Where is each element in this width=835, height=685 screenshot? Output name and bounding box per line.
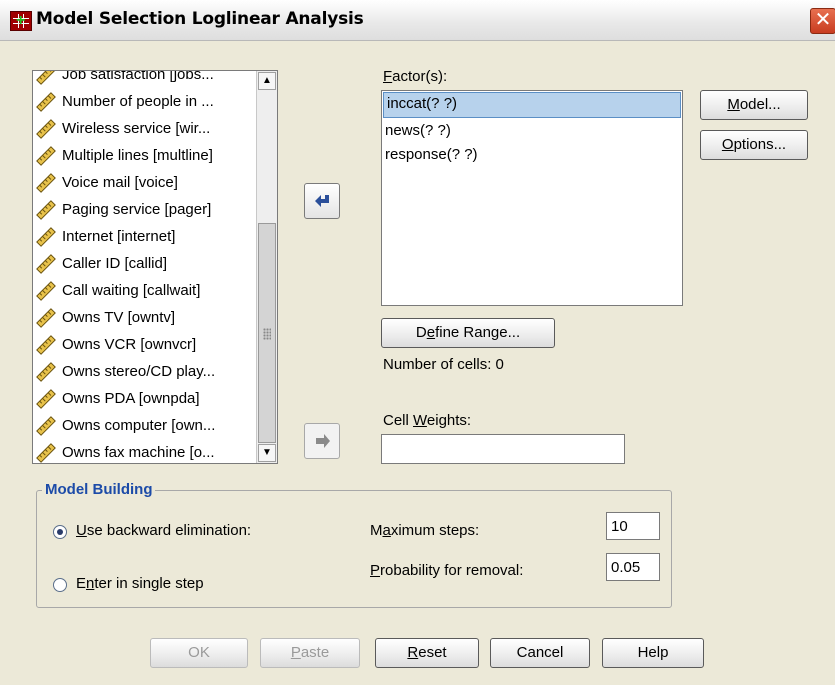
- variable-item[interactable]: Paging service [pager]: [33, 196, 255, 223]
- variable-item[interactable]: Owns VCR [ownvcr]: [33, 331, 255, 358]
- variable-item-label: Internet [internet]: [62, 228, 176, 245]
- variable-item[interactable]: Owns TV [owntv]: [33, 304, 255, 331]
- maximum-steps-field[interactable]: [606, 512, 660, 540]
- variable-item[interactable]: Owns PDA [ownpda]: [33, 385, 255, 412]
- variable-item[interactable]: Job satisfaction [jobs...: [33, 70, 255, 88]
- single-step-label[interactable]: Enter in single step: [76, 575, 204, 592]
- number-of-cells: Number of cells: 0: [383, 356, 504, 373]
- ruler-icon: [36, 227, 56, 247]
- ruler-icon: [36, 71, 56, 85]
- variable-list[interactable]: Job satisfaction [jobs... Number of peopl…: [32, 70, 278, 464]
- options-button[interactable]: Options...: [700, 130, 808, 160]
- variable-list-scrollbar[interactable]: ▲ ▼: [256, 71, 277, 463]
- variable-item[interactable]: Owns stereo/CD play...: [33, 358, 255, 385]
- probability-removal-field[interactable]: [606, 553, 660, 581]
- variable-item-label: Call waiting [callwait]: [62, 282, 201, 299]
- variable-item[interactable]: Call waiting [callwait]: [33, 277, 255, 304]
- ruler-icon: [36, 146, 56, 166]
- scroll-down-arrow[interactable]: ▼: [258, 444, 276, 462]
- model-building-title: Model Building: [42, 481, 156, 498]
- ruler-icon: [36, 308, 56, 328]
- variable-item-label: Number of people in ...: [62, 93, 214, 110]
- variable-item-label: Owns PDA [ownpda]: [62, 390, 200, 407]
- variable-item-label: Owns stereo/CD play...: [62, 363, 216, 380]
- arrow-right-icon: [316, 434, 330, 448]
- variable-item-label: Paging service [pager]: [62, 201, 212, 218]
- maximum-steps-label: Maximum steps:: [370, 522, 480, 539]
- factors-list[interactable]: inccat(? ?) news(? ?) response(? ?): [381, 90, 683, 306]
- variable-item-label: Owns VCR [ownvcr]: [62, 336, 197, 353]
- variable-item[interactable]: Owns fax machine [o...: [33, 439, 255, 463]
- title-bar: + Model Selection Loglinear Analysis ✕: [0, 0, 835, 41]
- variable-item[interactable]: Internet [internet]: [33, 223, 255, 250]
- ruler-icon: [36, 443, 56, 463]
- variable-item-label: Multiple lines [multline]: [62, 147, 213, 164]
- variable-item-label: Owns TV [owntv]: [62, 309, 176, 326]
- variable-item[interactable]: Voice mail [voice]: [33, 169, 255, 196]
- ruler-icon: [36, 119, 56, 139]
- arrow-left-icon: [315, 195, 329, 207]
- variable-item[interactable]: Multiple lines [multline]: [33, 142, 255, 169]
- backward-elimination-radio[interactable]: [53, 525, 67, 539]
- variable-list-items: Job satisfaction [jobs... Number of peopl…: [33, 70, 255, 463]
- variable-item-label: Owns computer [own...: [62, 417, 216, 434]
- cell-weights-label: Cell Weights:: [383, 412, 472, 429]
- ruler-icon: [36, 254, 56, 274]
- cell-weights-field[interactable]: [381, 434, 625, 464]
- variable-item[interactable]: Caller ID [callid]: [33, 250, 255, 277]
- factor-item[interactable]: news(? ?): [382, 119, 682, 143]
- ruler-icon: [36, 335, 56, 355]
- variable-item-label: Caller ID [callid]: [62, 255, 168, 272]
- ruler-icon: [36, 416, 56, 436]
- variable-item-label: Voice mail [voice]: [62, 174, 178, 191]
- backward-elimination-label[interactable]: Use backward elimination:: [76, 522, 251, 539]
- window-title: Model Selection Loglinear Analysis: [36, 9, 364, 29]
- ok-button[interactable]: OK: [150, 638, 248, 668]
- factor-item[interactable]: response(? ?): [382, 143, 682, 167]
- scroll-up-arrow[interactable]: ▲: [258, 72, 276, 90]
- factor-item[interactable]: inccat(? ?): [383, 92, 681, 118]
- scroll-thumb[interactable]: [258, 223, 276, 443]
- help-button[interactable]: Help: [602, 638, 704, 668]
- ruler-icon: [36, 200, 56, 220]
- paste-button[interactable]: Paste: [260, 638, 360, 668]
- model-button[interactable]: Model...: [700, 90, 808, 120]
- reset-button[interactable]: Reset: [375, 638, 479, 668]
- ruler-icon: [36, 389, 56, 409]
- cancel-button[interactable]: Cancel: [490, 638, 590, 668]
- move-to-weights-button[interactable]: [304, 423, 340, 459]
- variable-item-label: Owns fax machine [o...: [62, 444, 215, 461]
- define-range-button[interactable]: Define Range...: [381, 318, 555, 348]
- close-button[interactable]: ✕: [810, 8, 835, 34]
- probability-removal-label: Probability for removal:: [370, 562, 524, 579]
- ruler-icon: [36, 173, 56, 193]
- variable-item[interactable]: Wireless service [wir...: [33, 115, 255, 142]
- factors-label: Factor(s):: [383, 68, 448, 85]
- variable-item-label: Job satisfaction [jobs...: [62, 70, 214, 83]
- move-to-factors-button[interactable]: [304, 183, 340, 219]
- variable-item[interactable]: Number of people in ...: [33, 88, 255, 115]
- app-icon: +: [10, 11, 32, 31]
- variable-item[interactable]: Owns computer [own...: [33, 412, 255, 439]
- ruler-icon: [36, 362, 56, 382]
- ruler-icon: [36, 92, 56, 112]
- single-step-radio[interactable]: [53, 578, 67, 592]
- variable-item-label: Wireless service [wir...: [62, 120, 211, 137]
- ruler-icon: [36, 281, 56, 301]
